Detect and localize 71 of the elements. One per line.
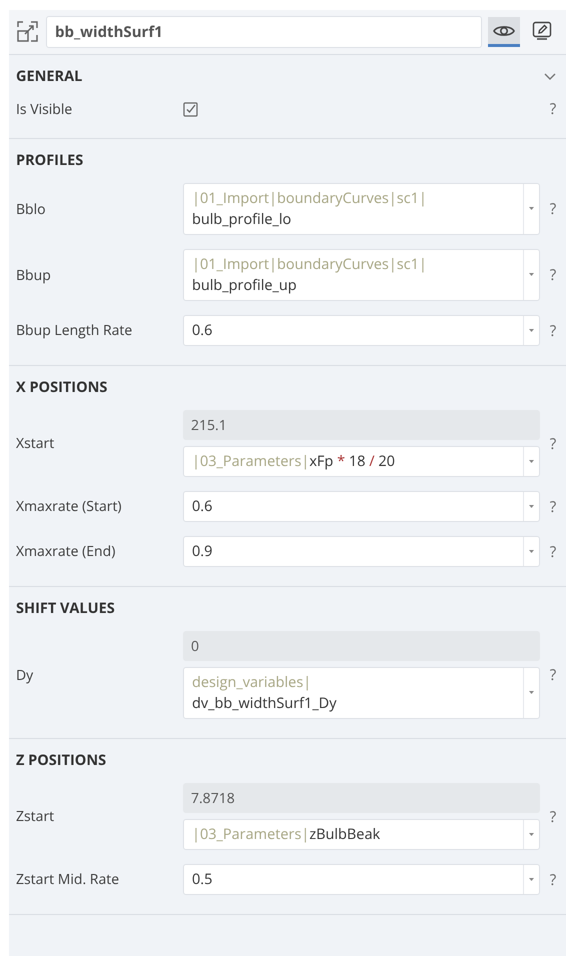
field-label: Xmaxrate (End) (16, 542, 116, 561)
caret-icon (529, 691, 534, 695)
operator-text: * (337, 452, 346, 471)
section-title: Z POSITIONS (16, 751, 106, 770)
checkbox[interactable] (183, 102, 198, 116)
field-label: Bbup Length Rate (16, 321, 134, 340)
field-label: Is Visible (16, 100, 74, 118)
value-text: 0.6 (192, 497, 212, 516)
caret-icon (529, 878, 534, 882)
computed-value: 0 (183, 631, 540, 661)
field-label: Bblo (16, 200, 47, 218)
input-field[interactable]: design_variables| dv_bb_widthSurf1_Dy (183, 667, 540, 719)
name-field[interactable]: bb_widthSurf1 (46, 16, 482, 48)
help-link[interactable]: ? (540, 434, 566, 454)
section-title: X POSITIONS (16, 378, 108, 397)
value-text: bulb_profile_lo (192, 210, 292, 229)
help-link[interactable]: ? (540, 320, 566, 340)
caret-icon (529, 207, 534, 211)
value-text: 0.6 (192, 321, 212, 340)
operator-text: / (369, 452, 375, 471)
value-text: 18 (348, 452, 366, 471)
edit-icon (532, 20, 552, 40)
input-field[interactable]: 0.6 (183, 315, 540, 346)
help-link[interactable]: ? (540, 496, 566, 516)
field-label: Xstart (16, 434, 56, 453)
computed-value: 7.8718 (183, 783, 540, 813)
value-text: 0.9 (192, 542, 212, 561)
input-field[interactable]: 0.9 (183, 536, 540, 567)
value-text: 20 (378, 452, 395, 471)
value-text: dv_bb_widthSurf1_Dy (192, 694, 336, 713)
help-link[interactable]: ? (540, 99, 566, 119)
caret-icon (529, 550, 534, 554)
section-title: GENERAL (16, 67, 82, 86)
help-link[interactable]: ? (540, 265, 566, 285)
section-title: PROFILES (16, 151, 84, 170)
path-text: |01_Import|boundaryCurves|sc1| (192, 255, 427, 274)
path-text: |01_Import|boundaryCurves|sc1| (192, 189, 427, 208)
input-field[interactable]: |01_Import|boundaryCurves|sc1| bulb_profile_up (183, 249, 540, 301)
value-text: 0.5 (192, 870, 212, 889)
help-link[interactable]: ? (540, 542, 566, 562)
field-label: Xmaxrate (Start) (16, 497, 123, 516)
help-link[interactable]: ? (540, 870, 566, 890)
field-label: Dy (16, 666, 34, 684)
caret-icon (529, 460, 534, 464)
field-label: Zstart (16, 807, 56, 826)
field-label: Zstart Mid. Rate (16, 870, 120, 889)
object-icon (16, 20, 40, 44)
help-link[interactable]: ? (540, 665, 566, 685)
caret-icon (529, 328, 534, 332)
input-field[interactable]: |01_Import|boundaryCurves|sc1| bulb_profile_lo (183, 183, 540, 235)
input-field[interactable]: 0.6 (183, 491, 540, 522)
caret-icon (529, 273, 534, 277)
input-field[interactable]: |03_Parameters|zBulbBeak (183, 819, 540, 850)
view-button[interactable] (488, 17, 520, 47)
path-text: |03_Parameters| (192, 452, 310, 471)
field-label: Bbup (16, 266, 52, 284)
chevron-icon[interactable] (544, 70, 556, 82)
eye-icon (493, 24, 515, 38)
caret-icon (529, 504, 534, 508)
path-text: |03_Parameters| (192, 825, 310, 844)
input-field[interactable]: |03_Parameters|xFp * 18 / 20 (183, 446, 540, 477)
computed-value: 215.1 (183, 410, 540, 440)
input-field[interactable]: 0.5 (183, 864, 540, 895)
section-title: SHIFT VALUES (16, 599, 115, 618)
help-link[interactable]: ? (540, 199, 566, 219)
value-text: xFp (309, 452, 334, 471)
value-text: zBulbBeak (309, 825, 380, 844)
value-text: bulb_profile_up (192, 276, 297, 295)
path-text: design_variables| (192, 673, 312, 692)
caret-icon (529, 832, 534, 836)
help-link[interactable]: ? (540, 806, 566, 826)
